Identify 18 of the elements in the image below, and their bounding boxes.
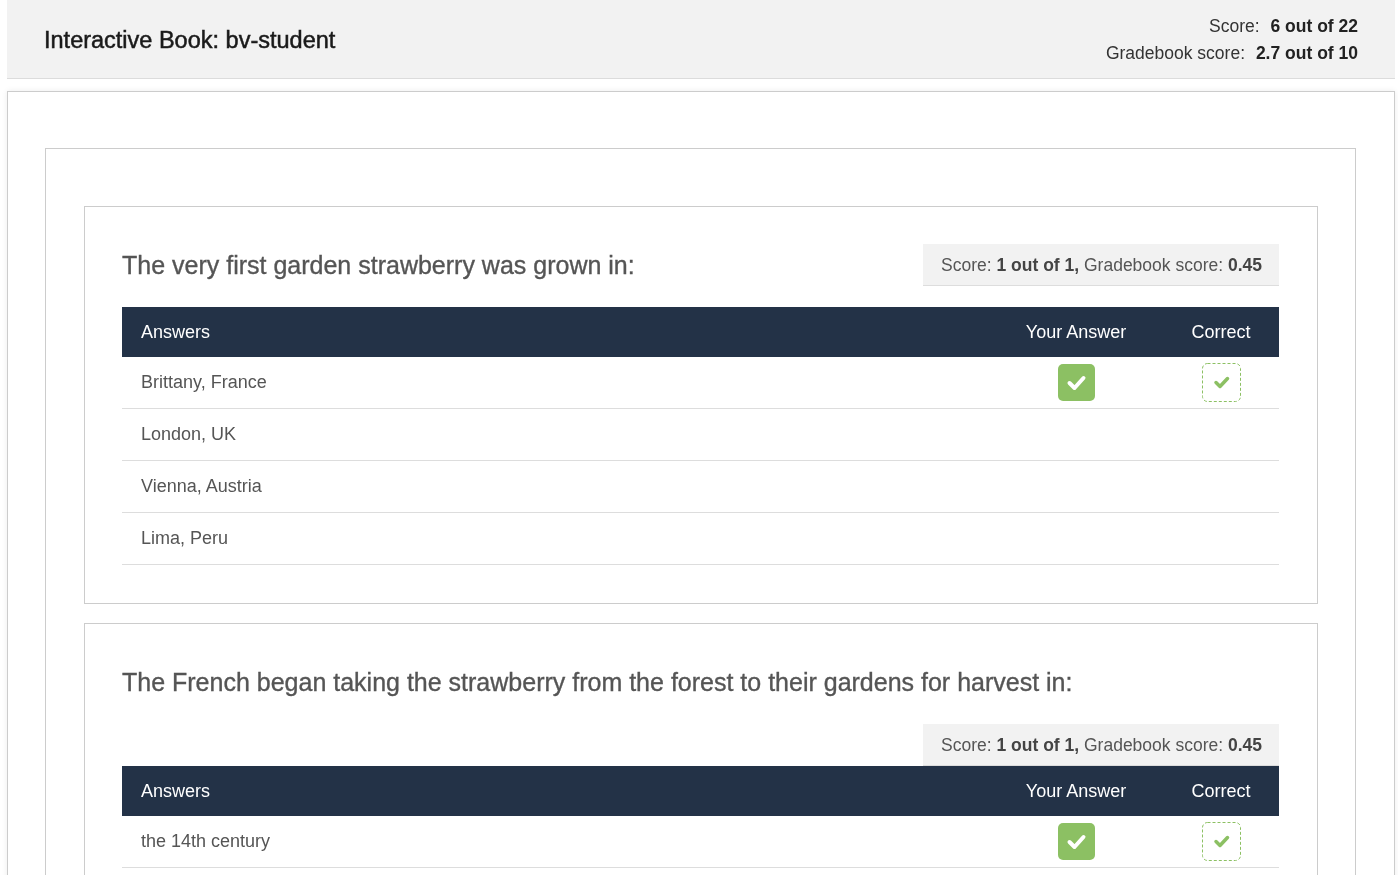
score-summary: Score: 1 out of 1, Gradebook score: 0.45	[923, 244, 1279, 286]
answer-text: London, UK	[141, 424, 237, 445]
total-score: Score: 6 out of 22	[1209, 15, 1358, 38]
answer-text: Brittany, France	[141, 372, 267, 393]
answer-text: the 14th century	[141, 831, 271, 852]
book-title: Interactive Book: bv-student	[44, 26, 336, 54]
score-summary: Score: 1 out of 1, Gradebook score: 0.45	[923, 724, 1279, 766]
answer-text: Lima, Peru	[141, 528, 229, 549]
column-header: Correct	[1191, 780, 1251, 802]
question-title: The very first garden strawberry was grown in:	[122, 250, 635, 281]
column-header: Answers	[141, 780, 211, 802]
question-title: The French began taking the strawberry from the forest to their gardens for harvest in:	[122, 667, 1073, 698]
column-header: Answers	[141, 321, 211, 343]
column-header: Your Answer	[1025, 780, 1127, 802]
column-header: Correct	[1191, 321, 1251, 343]
column-header: Your Answer	[1025, 321, 1127, 343]
gradebook-score: Gradebook score: 2.7 out of 10	[1105, 42, 1358, 65]
answer-text: Vienna, Austria	[141, 476, 262, 497]
